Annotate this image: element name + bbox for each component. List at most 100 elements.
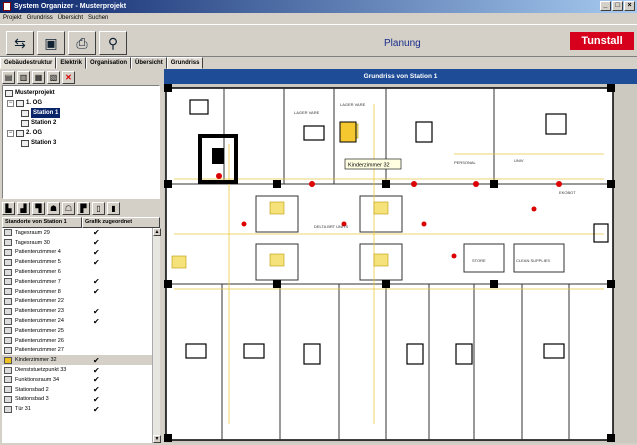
room-type-bath-button[interactable]: ▛ bbox=[77, 202, 90, 215]
list-item[interactable]: Tagesraum 29 ✔ bbox=[2, 228, 152, 238]
list-item[interactable]: Funktionsraum 34 ✔ bbox=[2, 375, 152, 385]
list-item[interactable]: Stationsbad 3 ✔ bbox=[2, 395, 152, 405]
tab-gebaeudestruktur[interactable]: Gebäudestruktur bbox=[0, 57, 57, 69]
list-item[interactable]: Patientenzimmer 6 bbox=[2, 267, 152, 277]
room-type-wc-button[interactable]: ▮ bbox=[107, 202, 120, 215]
table-icon: ▜ bbox=[35, 204, 42, 213]
search-button[interactable]: ⚲ bbox=[99, 31, 127, 55]
list-item-name: Patientenzimmer 27 bbox=[15, 347, 64, 354]
location-list[interactable]: Tagesraum 29 ✔ Tagesraum 30 ✔ Patientenzimme… bbox=[2, 228, 152, 443]
column-grafik[interactable]: Grafik zugeordnet bbox=[82, 217, 160, 228]
check-icon: ✔ bbox=[93, 365, 100, 375]
room-label: LAGER VARE bbox=[294, 110, 320, 115]
list-item[interactable]: Dienststuetzpunkt 33 ✔ bbox=[2, 365, 152, 375]
check-icon: ✔ bbox=[93, 228, 100, 238]
room-type-person-button[interactable]: ☗ bbox=[47, 202, 60, 215]
tree-floor-label: 1. OG bbox=[26, 100, 43, 106]
list-item[interactable]: Stationsbad 2 ✔ bbox=[2, 385, 152, 395]
tree-station-3[interactable]: Station 3 bbox=[5, 138, 157, 148]
tree-station-1[interactable]: Station 1 bbox=[5, 108, 157, 118]
list-item[interactable]: Kinderzimmer 32 ✔ bbox=[2, 355, 152, 366]
room-label: UNIV bbox=[514, 158, 524, 163]
menu-suchen[interactable]: Suchen bbox=[88, 13, 108, 24]
tree-floor-2[interactable]: − 2. OG bbox=[5, 128, 157, 138]
room-label: STORE bbox=[472, 258, 486, 263]
tree-station-label: Station 1 bbox=[31, 108, 61, 118]
tree-floor-1[interactable]: − 1. OG bbox=[5, 98, 157, 108]
tab-grundriss[interactable]: Grundriss bbox=[166, 57, 204, 69]
room-icon bbox=[4, 376, 12, 384]
floor-icon bbox=[16, 129, 24, 137]
menu-projekt[interactable]: Projekt bbox=[3, 13, 22, 24]
list-item[interactable]: Tagesraum 30 ✔ bbox=[2, 238, 152, 248]
room-label: EKOBOT bbox=[559, 190, 576, 195]
room-icon bbox=[4, 248, 12, 256]
room-icon bbox=[4, 307, 12, 315]
building-icon bbox=[5, 89, 13, 97]
list-item[interactable]: Patientenzimmer 8 ✔ bbox=[2, 287, 152, 297]
list-scrollbar[interactable]: ▲ ▼ bbox=[152, 228, 161, 443]
menu-bar: Projekt Grundriss Übersicht Suchen bbox=[0, 13, 637, 24]
tree-station-2[interactable]: Station 2 bbox=[5, 118, 157, 128]
tree-edit-button[interactable]: ▥ bbox=[17, 71, 30, 84]
room-type-door-button[interactable]: ▯ bbox=[92, 202, 105, 215]
list-item[interactable]: Patientenzimmer 27 bbox=[2, 346, 152, 356]
collapse-icon[interactable]: − bbox=[7, 129, 14, 137]
tab-organisation[interactable]: Organisation bbox=[86, 57, 132, 69]
check-icon: ✔ bbox=[93, 316, 100, 326]
list-item[interactable]: Patientenzimmer 4 ✔ bbox=[2, 248, 152, 258]
close-button[interactable]: × bbox=[624, 1, 635, 11]
door-icon: ▯ bbox=[96, 204, 101, 213]
list-item[interactable]: Patientenzimmer 22 bbox=[2, 297, 152, 307]
print-button[interactable]: ⎙ bbox=[68, 31, 96, 55]
room-icon bbox=[4, 346, 12, 354]
list-item-name: Patientenzimmer 26 bbox=[15, 337, 64, 344]
list-item-name: Funktionsraum 34 bbox=[15, 376, 60, 383]
list-item[interactable]: Patientenzimmer 23 ✔ bbox=[2, 306, 152, 316]
list-item-name: Patientenzimmer 8 bbox=[15, 288, 61, 295]
list-item[interactable]: Patientenzimmer 7 ✔ bbox=[2, 277, 152, 287]
room-type-bed-button[interactable]: ▙ bbox=[2, 202, 15, 215]
list-item[interactable]: Tür 31 ✔ bbox=[2, 404, 152, 414]
room-icon bbox=[4, 288, 12, 296]
list-item-name: Patientenzimmer 23 bbox=[15, 308, 64, 315]
tree-root[interactable]: Musterprojekt bbox=[5, 88, 157, 98]
staff-icon: ☖ bbox=[64, 204, 73, 213]
list-item-name: Stationsbad 2 bbox=[15, 386, 49, 393]
room-type-bed2-button[interactable]: ▟ bbox=[17, 202, 30, 215]
column-standorte[interactable]: Standorte von Station 1 bbox=[2, 217, 82, 228]
maximize-button[interactable]: □ bbox=[612, 1, 623, 11]
bed-icon: ▙ bbox=[5, 204, 12, 213]
list-item[interactable]: Patientenzimmer 5 ✔ bbox=[2, 257, 152, 267]
menu-grundriss[interactable]: Grundriss bbox=[27, 13, 53, 24]
scroll-up-icon[interactable]: ▲ bbox=[153, 228, 161, 236]
room-icon bbox=[4, 386, 12, 394]
room-type-table-button[interactable]: ▜ bbox=[32, 202, 45, 215]
tree-copy-button[interactable]: ▦ bbox=[32, 71, 45, 84]
tab-uebersicht[interactable]: Übersicht bbox=[131, 57, 167, 69]
structure-tree[interactable]: Musterprojekt − 1. OG Station 1 Station 2… bbox=[2, 85, 160, 199]
tree-toolbar: ▤ ▥ ▦ ▧ ✕ bbox=[2, 71, 75, 85]
scroll-down-icon[interactable]: ▼ bbox=[153, 435, 161, 443]
toolbar-title: Planung bbox=[384, 38, 421, 49]
room-icon bbox=[4, 405, 12, 413]
wc-icon: ▮ bbox=[111, 204, 116, 213]
room-type-staff-button[interactable]: ☖ bbox=[62, 202, 75, 215]
minimize-button[interactable]: _ bbox=[600, 1, 611, 11]
collapse-icon[interactable]: − bbox=[7, 99, 14, 107]
tree-paste-button[interactable]: ▧ bbox=[47, 71, 60, 84]
tab-elektrik[interactable]: Elektrik bbox=[56, 57, 87, 69]
menu-uebersicht[interactable]: Übersicht bbox=[58, 13, 83, 24]
room-icon bbox=[4, 366, 12, 374]
copy-icon: ▦ bbox=[34, 73, 43, 82]
floorplan-canvas[interactable]: LAGER VARE LAGER VARE UNIV PERSONAL STOR… bbox=[164, 84, 637, 443]
list-item[interactable]: Patientenzimmer 26 bbox=[2, 336, 152, 346]
room-icon bbox=[4, 229, 12, 237]
floorplan-drawing[interactable]: LAGER VARE LAGER VARE UNIV PERSONAL STOR… bbox=[164, 84, 637, 443]
transfer-button[interactable]: ⇆ bbox=[6, 31, 34, 55]
tree-new-button[interactable]: ▤ bbox=[2, 71, 15, 84]
camera-button[interactable]: ▣ bbox=[37, 31, 65, 55]
list-item[interactable]: Patientenzimmer 25 bbox=[2, 326, 152, 336]
tree-delete-button[interactable]: ✕ bbox=[62, 71, 75, 84]
list-item[interactable]: Patientenzimmer 24 ✔ bbox=[2, 316, 152, 326]
